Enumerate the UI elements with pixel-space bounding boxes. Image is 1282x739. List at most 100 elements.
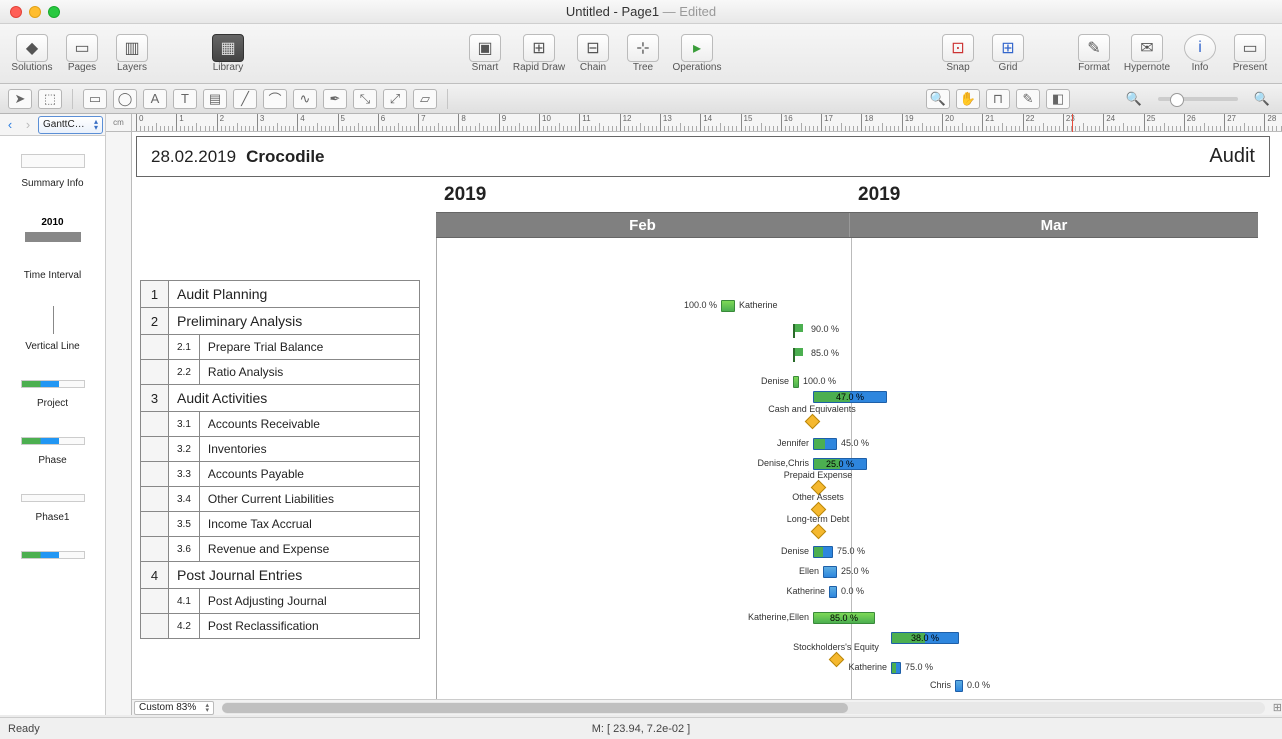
table-row[interactable]: 3.4Other Current Liabilities — [141, 487, 420, 512]
table-row[interactable]: 4Post Journal Entries — [141, 562, 420, 589]
task-name: Accounts Payable — [199, 462, 419, 487]
table-row[interactable]: 3.3Accounts Payable — [141, 462, 420, 487]
table-row[interactable]: 3.2Inventories — [141, 437, 420, 462]
pages-button[interactable]: ▭Pages — [58, 28, 106, 80]
operations-button[interactable]: ▸Operations — [669, 28, 725, 80]
rect-tool[interactable]: ▭ — [83, 89, 107, 109]
table-row[interactable]: 3Audit Activities — [141, 385, 420, 412]
arc-tool[interactable]: ⌒ — [263, 89, 287, 109]
canvas[interactable]: 28.02.2019 Crocodile Audit 2019 2019 Feb… — [132, 132, 1282, 699]
info-label: Info — [1192, 62, 1209, 73]
zoom-out-icon[interactable]: 🔍 — [1122, 89, 1146, 109]
textbox-tool[interactable]: T — [173, 89, 197, 109]
month-mar: Mar — [850, 213, 1258, 237]
pan-tool-icon[interactable]: ✋ — [956, 89, 980, 109]
note-tool[interactable]: ▤ — [203, 89, 227, 109]
gantt-bar[interactable] — [823, 566, 837, 578]
gantt-bar[interactable] — [813, 438, 837, 450]
table-row[interactable]: 1Audit Planning — [141, 281, 420, 308]
gantt-bar-text: 25.0 % — [813, 458, 867, 470]
ellipse-tool[interactable]: ◯ — [113, 89, 137, 109]
table-row[interactable]: 3.5Income Tax Accrual — [141, 512, 420, 537]
zoom-tool-icon[interactable]: 🔍 — [926, 89, 950, 109]
maximize-icon[interactable] — [48, 6, 60, 18]
gantt-bar-label-right: 90.0 % — [811, 324, 839, 334]
table-row[interactable]: 4.2Post Reclassification — [141, 614, 420, 639]
lib-item-extra[interactable] — [0, 551, 105, 559]
gantt-bar-label-left: Chris — [865, 680, 951, 690]
gantt-bar[interactable] — [955, 680, 963, 692]
milestone-diamond[interactable] — [805, 414, 821, 430]
grid-label: Grid — [999, 62, 1018, 73]
pen-tool[interactable]: ✒ — [323, 89, 347, 109]
stamp-tool-icon[interactable]: ⊓ — [986, 89, 1010, 109]
lib-item-vertical-line[interactable]: Vertical Line — [0, 309, 105, 352]
table-row[interactable]: 4.1Post Adjusting Journal — [141, 589, 420, 614]
lib-item-project[interactable]: Project — [0, 380, 105, 409]
shape-tool[interactable]: ▱ — [413, 89, 437, 109]
lib-thumb-icon — [21, 309, 85, 331]
nav-back-icon[interactable]: ‹ — [2, 117, 18, 133]
format-button[interactable]: ✎Format — [1070, 28, 1118, 80]
zoom-in-icon[interactable]: 🔍 — [1250, 89, 1274, 109]
gantt-bar[interactable] — [829, 586, 837, 598]
library-select[interactable]: GanttC… ▴▾ — [38, 116, 103, 134]
smart-button[interactable]: ▣Smart — [461, 28, 509, 80]
lib-thumb-icon — [21, 551, 85, 559]
horizontal-scrollbar[interactable] — [222, 702, 1265, 714]
table-row[interactable]: 2Preliminary Analysis — [141, 308, 420, 335]
gantt-flag[interactable] — [793, 348, 807, 360]
lib-item-phase1[interactable]: Phase1 — [0, 494, 105, 523]
table-row[interactable]: 2.1Prepare Trial Balance — [141, 335, 420, 360]
gantt-bar-label-left: Jennifer — [723, 438, 809, 448]
gantt-bar[interactable] — [793, 376, 799, 388]
zoom-slider[interactable] — [1158, 97, 1238, 101]
table-row[interactable]: 3.1Accounts Receivable — [141, 412, 420, 437]
lib-item-time-interval[interactable]: 2010 Time Interval — [0, 217, 105, 281]
gantt-bar[interactable] — [891, 662, 901, 674]
lib-item-label: Phase1 — [0, 512, 105, 523]
chain-button[interactable]: ⊟Chain — [569, 28, 617, 80]
window-titlebar: Untitled - Page1 — Edited — [0, 0, 1282, 24]
snap-button[interactable]: ⊡Snap — [934, 28, 982, 80]
library-label: Library — [213, 62, 244, 73]
layers-button[interactable]: ▥Layers — [108, 28, 156, 80]
table-row[interactable]: 3.6Revenue and Expense — [141, 537, 420, 562]
close-icon[interactable] — [10, 6, 22, 18]
eyedropper-tool-icon[interactable]: ✎ — [1016, 89, 1040, 109]
gantt-flag[interactable] — [793, 324, 807, 336]
minimize-icon[interactable] — [29, 6, 41, 18]
tree-button[interactable]: ⊹Tree — [619, 28, 667, 80]
gantt-bar[interactable] — [721, 300, 735, 312]
eraser-tool-icon[interactable]: ◧ — [1046, 89, 1070, 109]
curve-tool[interactable]: ∿ — [293, 89, 317, 109]
text-tool[interactable]: A — [143, 89, 167, 109]
library-panel-header: ‹ › GanttC… ▴▾ — [0, 114, 105, 136]
pointer-tool[interactable]: ➤ — [8, 89, 32, 109]
info-button[interactable]: iInfo — [1176, 28, 1224, 80]
library-button[interactable]: ▦Library — [204, 28, 252, 80]
zoom-select[interactable]: Custom 83% ▴▾ — [134, 701, 214, 715]
task-spacer — [141, 537, 169, 562]
hypernote-button[interactable]: ✉Hypernote — [1120, 28, 1174, 80]
gantt-bar-label-left: Ellen — [733, 566, 819, 576]
lib-item-phase[interactable]: Phase — [0, 437, 105, 466]
nav-forward-icon[interactable]: › — [20, 117, 36, 133]
table-row[interactable]: 2.2Ratio Analysis — [141, 360, 420, 385]
grid-button[interactable]: ⊞Grid — [984, 28, 1032, 80]
marquee-tool[interactable]: ⬚ — [38, 89, 62, 109]
gantt-bar-label-right: 0.0 % — [967, 680, 990, 690]
line-tool[interactable]: ╱ — [233, 89, 257, 109]
milestone-diamond[interactable] — [811, 524, 827, 540]
lib-item-summary[interactable]: Summary Info — [0, 154, 105, 189]
lib-item-label: Summary Info — [0, 178, 105, 189]
present-button[interactable]: ▭Present — [1226, 28, 1274, 80]
rapid-draw-button[interactable]: ⊞Rapid Draw — [511, 28, 567, 80]
expand-icon[interactable]: ⊞ — [1273, 701, 1282, 714]
gantt-bar-label-right: 100.0 % — [803, 376, 836, 386]
connector-tool[interactable]: ⤡ — [353, 89, 377, 109]
gantt-bar[interactable] — [813, 546, 833, 558]
smart-connector-tool[interactable]: ⤢ — [383, 89, 407, 109]
solutions-button[interactable]: ◆Solutions — [8, 28, 56, 80]
task-spacer — [141, 437, 169, 462]
